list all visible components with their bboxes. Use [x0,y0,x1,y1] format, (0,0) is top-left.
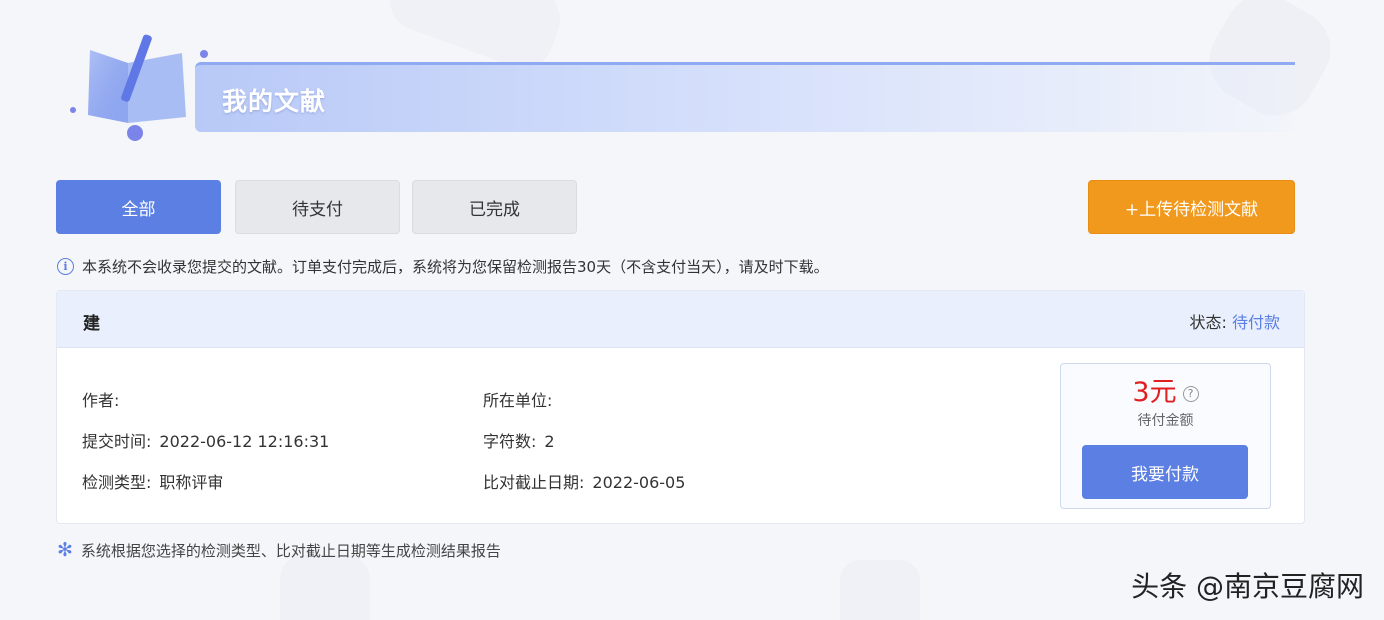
header-banner [195,62,1295,132]
status-label: 状态: [1189,313,1227,332]
status-value: 待付款 [1231,313,1280,332]
author-label: 作者: [82,391,120,410]
pay-button[interactable]: 我要付款 [1082,445,1248,499]
check-type-field: 检测类型: 职称评审 [82,469,223,493]
document-title: 建 [83,314,100,334]
check-type-label: 检测类型: [82,473,152,492]
char-count-value: 2 [544,432,555,451]
decor-dot [200,50,208,58]
payment-box: 3元? 待付金额 我要付款 [1060,363,1271,509]
submit-time-value: 2022-06-12 12:16:31 [159,432,330,451]
page-title: 我的文献 [222,87,327,116]
snowflake-icon: ✻ [57,539,73,561]
amount-label: 待付金额 [1137,413,1194,429]
tab-pending-payment[interactable]: 待支付 [235,180,400,234]
card-header: 建 状态: 待付款 [57,291,1304,348]
notice-text: 本系统不会收录您提交的文献。订单支付完成后，系统将为您保留检测报告30天（不含支… [82,258,829,276]
page-header: 我的文献 [60,25,1320,145]
decor-dot [127,125,143,141]
unit-label: 所在单位: [483,391,553,410]
document-card: 建 状态: 待付款 作者: 所在单位: 提交时间: 2022-06-12 12:1… [56,290,1305,524]
check-type-value: 职称评审 [159,473,224,492]
notice-bar: i 本系统不会收录您提交的文献。订单支付完成后，系统将为您保留检测报告30天（不… [57,256,829,277]
upload-document-button[interactable]: +上传待检测文献 [1088,180,1295,234]
char-count-field: 字符数: 2 [483,428,555,452]
submit-time-label: 提交时间: [82,432,152,451]
footnote: ✻ 系统根据您选择的检测类型、比对截止日期等生成检测结果报告 [57,540,501,561]
footnote-text: 系统根据您选择的检测类型、比对截止日期等生成检测结果报告 [80,542,501,560]
submit-time-field: 提交时间: 2022-06-12 12:16:31 [82,428,329,452]
amount-display: 3元? [1061,370,1270,409]
background-shape [280,555,370,620]
tab-completed[interactable]: 已完成 [412,180,577,234]
author-field: 作者: [82,387,127,411]
help-icon[interactable]: ? [1182,385,1199,402]
unit-field: 所在单位: [483,387,560,411]
tab-all[interactable]: 全部 [56,180,221,234]
deadline-label: 比对截止日期: [483,473,585,492]
amount-value: 3元 [1132,377,1177,408]
deadline-field: 比对截止日期: 2022-06-05 [483,469,685,493]
order-status: 状态: 待付款 [1189,309,1280,333]
char-count-label: 字符数: [483,432,537,451]
info-icon: i [57,258,74,275]
watermark: 头条 @南京豆腐网 [1131,570,1364,603]
decor-dot [70,107,76,113]
background-shape [840,560,920,620]
deadline-value: 2022-06-05 [592,473,686,492]
